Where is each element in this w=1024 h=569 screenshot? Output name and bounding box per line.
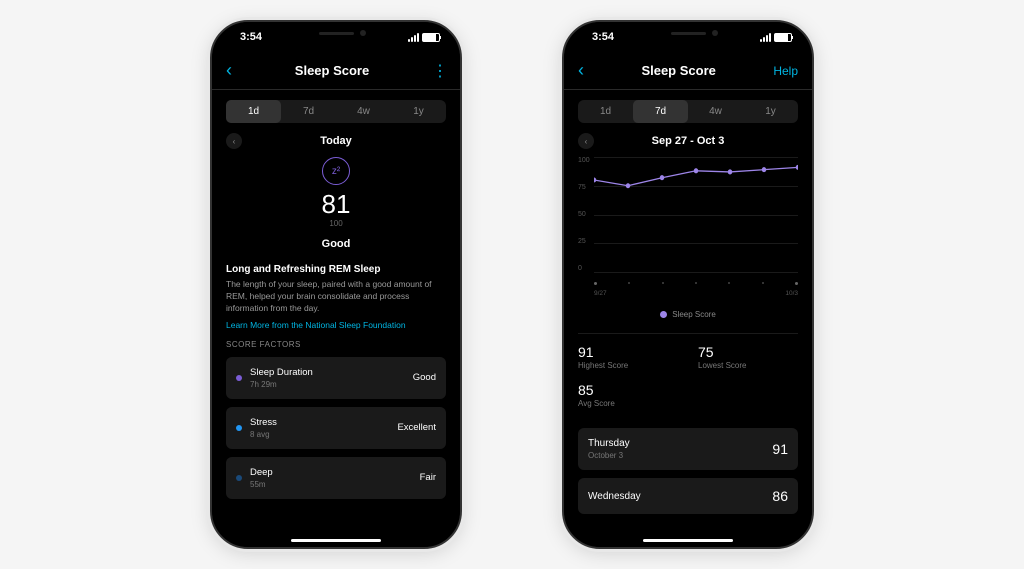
factor-rating: Good: [413, 372, 436, 383]
factor-detail: 8 avg: [250, 430, 277, 439]
summary-text: The length of your sleep, paired with a …: [226, 279, 446, 315]
history-row-thursday[interactable]: Thursday October 3 91: [578, 428, 798, 470]
screen: 3:54 ‹ Sleep Score Help 1d 7d 4w 1y ‹ Se…: [564, 22, 812, 547]
x-axis: 9/27 10/3: [594, 290, 798, 297]
segment-1d[interactable]: 1d: [226, 100, 281, 123]
factor-detail: 55m: [250, 480, 273, 489]
factor-name: Stress: [250, 417, 277, 428]
stat-avg: 85 Avg Score: [578, 382, 678, 418]
summary-section: Long and Refreshing REM Sleep The length…: [226, 264, 446, 330]
factor-rating: Fair: [420, 472, 436, 483]
notch: [628, 22, 748, 44]
segment-1y[interactable]: 1y: [391, 100, 446, 123]
date-label: Today: [320, 135, 352, 147]
header: ‹ Sleep Score Help: [564, 52, 812, 90]
history-day: Wednesday: [588, 491, 641, 502]
factor-name: Sleep Duration: [250, 367, 313, 378]
home-indicator[interactable]: [643, 539, 733, 542]
segment-1y[interactable]: 1y: [743, 100, 798, 123]
learn-more-link[interactable]: Learn More from the National Sleep Found…: [226, 320, 446, 330]
segment-7d[interactable]: 7d: [633, 100, 688, 123]
factor-dot-icon: [236, 425, 242, 431]
factor-name: Deep: [250, 467, 273, 478]
legend-dot-icon: [660, 311, 667, 318]
factor-deep[interactable]: Deep 55m Fair: [226, 457, 446, 499]
chart-legend: Sleep Score: [578, 305, 798, 323]
battery-icon: [774, 33, 792, 42]
screen: 3:54 ‹ Sleep Score ⋮ 1d 7d 4w 1y ‹ Today: [212, 22, 460, 547]
history-score: 86: [772, 488, 788, 504]
factor-dot-icon: [236, 375, 242, 381]
status-icons: [760, 33, 794, 42]
home-indicator[interactable]: [291, 539, 381, 542]
factor-stress[interactable]: Stress 8 avg Excellent: [226, 407, 446, 449]
battery-icon: [422, 33, 440, 42]
time-range-segments: 1d 7d 4w 1y: [226, 100, 446, 123]
phone-frame-1: 3:54 ‹ Sleep Score ⋮ 1d 7d 4w 1y ‹ Today: [210, 20, 462, 549]
status-time: 3:54: [582, 31, 614, 43]
sleep-icon: z²: [322, 157, 350, 185]
factors-label: SCORE FACTORS: [226, 340, 446, 349]
date-navigator: ‹ Sep 27 - Oct 3: [578, 135, 798, 147]
back-button[interactable]: ‹: [226, 60, 232, 81]
status-icons: [408, 33, 442, 42]
history-date: October 3: [588, 451, 630, 460]
page-title: Sleep Score: [641, 63, 715, 78]
score-rating: Good: [226, 238, 446, 250]
signal-icon: [408, 33, 419, 42]
factor-rating: Excellent: [397, 422, 436, 433]
date-navigator: ‹ Today: [226, 135, 446, 147]
page-title: Sleep Score: [295, 63, 369, 78]
segment-1d[interactable]: 1d: [578, 100, 633, 123]
history-score: 91: [772, 441, 788, 457]
notch: [276, 22, 396, 44]
segment-4w[interactable]: 4w: [336, 100, 391, 123]
phone-frame-2: 3:54 ‹ Sleep Score Help 1d 7d 4w 1y ‹ Se…: [562, 20, 814, 549]
factor-dot-icon: [236, 475, 242, 481]
content: 1d 7d 4w 1y ‹ Sep 27 - Oct 3 100 75 50 2…: [564, 90, 812, 540]
y-axis: 100 75 50 25 0: [578, 157, 590, 272]
prev-week-button[interactable]: ‹: [578, 133, 594, 149]
back-button[interactable]: ‹: [578, 60, 584, 81]
sleep-score-chart[interactable]: 100 75 50 25 0 9/27: [578, 157, 798, 297]
header: ‹ Sleep Score ⋮: [212, 52, 460, 90]
help-link[interactable]: Help: [773, 64, 798, 78]
stats-grid: 91 Highest Score 75 Lowest Score 85 Avg …: [578, 333, 798, 418]
score-section: z² 81 100 Good: [226, 157, 446, 250]
segment-7d[interactable]: 7d: [281, 100, 336, 123]
score-max: 100: [226, 219, 446, 228]
signal-icon: [760, 33, 771, 42]
x-tick-dots: [594, 282, 798, 285]
content: 1d 7d 4w 1y ‹ Today z² 81 100 Good Long …: [212, 90, 460, 540]
score-value: 81: [226, 191, 446, 217]
chart-line: [594, 157, 798, 272]
time-range-segments: 1d 7d 4w 1y: [578, 100, 798, 123]
stat-highest: 91 Highest Score: [578, 344, 678, 380]
history-day: Thursday: [588, 438, 630, 449]
factor-detail: 7h 29m: [250, 380, 313, 389]
stat-lowest: 75 Lowest Score: [698, 344, 798, 380]
date-label: Sep 27 - Oct 3: [652, 135, 725, 147]
factor-sleep-duration[interactable]: Sleep Duration 7h 29m Good: [226, 357, 446, 399]
segment-4w[interactable]: 4w: [688, 100, 743, 123]
summary-title: Long and Refreshing REM Sleep: [226, 264, 446, 275]
prev-day-button[interactable]: ‹: [226, 133, 242, 149]
legend-item: Sleep Score: [660, 310, 716, 319]
more-menu-icon[interactable]: ⋮: [432, 61, 446, 81]
history-row-wednesday[interactable]: Wednesday 86: [578, 478, 798, 514]
status-time: 3:54: [230, 31, 262, 43]
